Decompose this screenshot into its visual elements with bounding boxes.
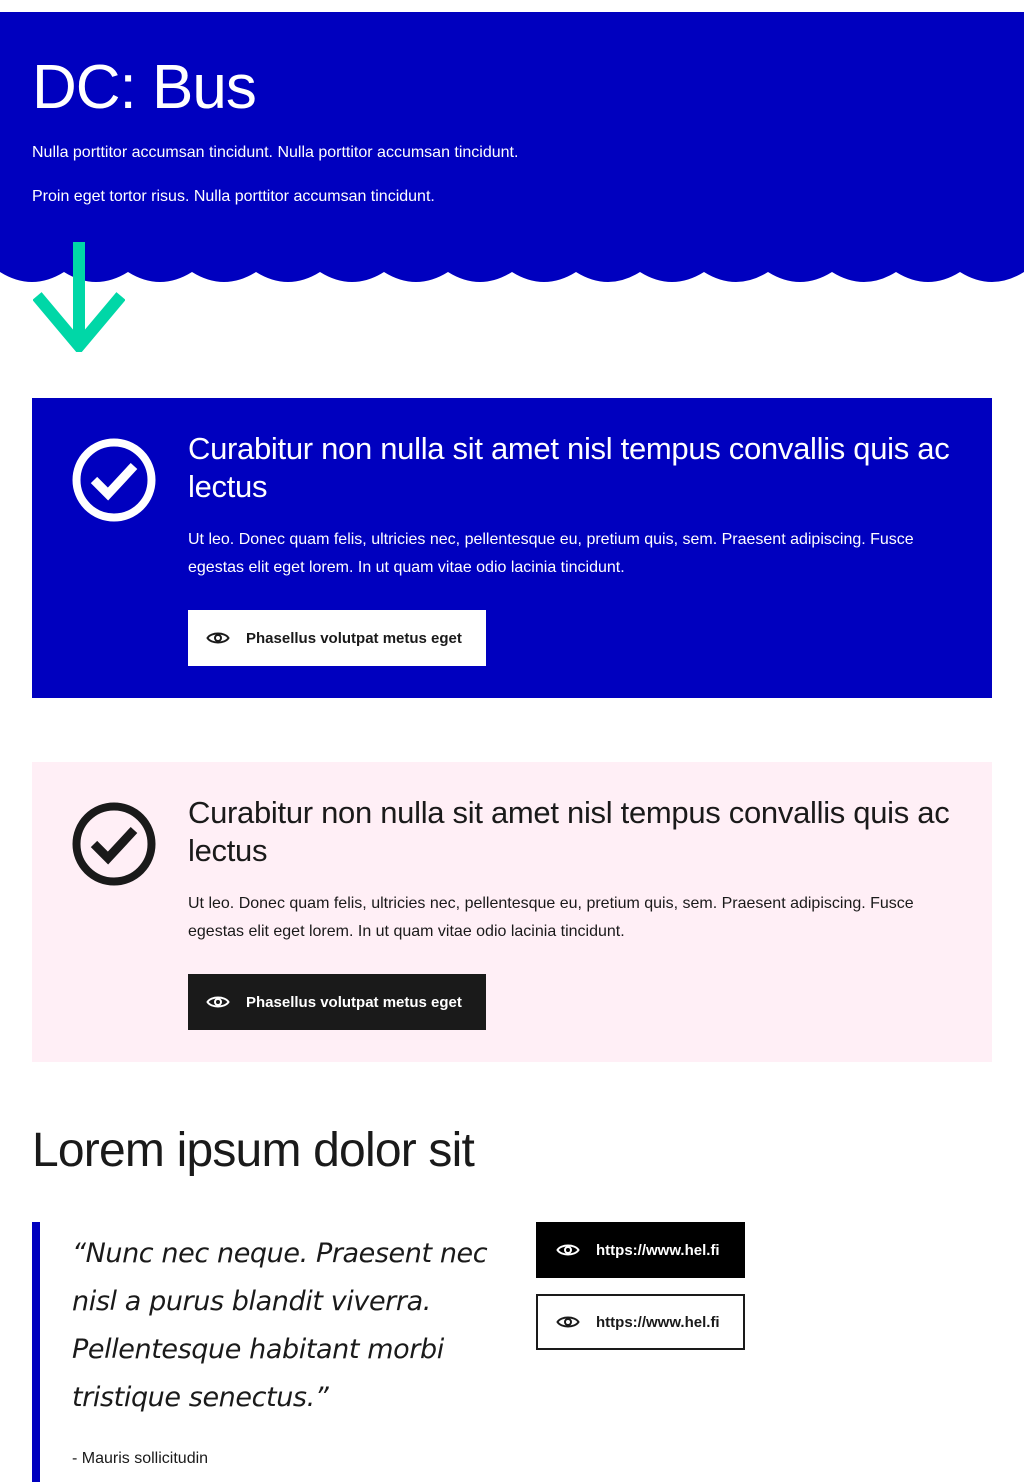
card-title: Curabitur non nulla sit amet nisl tempus… [188, 431, 950, 504]
card-text: Ut leo. Donec quam felis, ultricies nec,… [188, 531, 914, 576]
link-label: https://www.hel.fi [596, 1241, 720, 1259]
check-circle-icon [72, 438, 156, 522]
arrow-down-icon [33, 242, 125, 352]
eye-icon [556, 1316, 580, 1328]
eye-icon [206, 632, 230, 644]
hero-banner: DC: Bus Nulla porttitor accumsan tincidu… [0, 12, 1024, 272]
hero-wave-divider [0, 270, 1024, 282]
external-link-button-dark[interactable]: https://www.hel.fi [536, 1222, 745, 1278]
hero-paragraph: Proin eget tortor risus. Nulla porttitor… [32, 188, 435, 206]
card-text: Ut leo. Donec quam felis, ultricies nec,… [188, 895, 914, 940]
highlight-card-pink: Curabitur non nulla sit amet nisl tempus… [32, 762, 992, 1062]
highlight-card-blue: Curabitur non nulla sit amet nisl tempus… [32, 398, 992, 698]
card-title: Curabitur non nulla sit amet nisl tempus… [188, 795, 950, 868]
quote-block: “Nunc nec neque. Praesent nec nisl a pur… [32, 1222, 502, 1482]
external-link-button-light[interactable]: https://www.hel.fi [536, 1294, 745, 1350]
card-action-label: Phasellus volutpat metus eget [246, 629, 462, 647]
card-action-button[interactable]: Phasellus volutpat metus eget [188, 974, 486, 1030]
check-circle-icon [72, 802, 156, 886]
card-action-button[interactable]: Phasellus volutpat metus eget [188, 610, 486, 666]
quote-author: - Mauris sollicitudin [72, 1450, 209, 1467]
card-action-label: Phasellus volutpat metus eget [246, 993, 462, 1011]
section-title: Lorem ipsum dolor sit [32, 1124, 475, 1177]
eye-icon [556, 1244, 580, 1256]
link-label: https://www.hel.fi [596, 1313, 720, 1331]
page-title: DC: Bus [32, 53, 257, 122]
hero-paragraph: Nulla porttitor accumsan tincidunt. Null… [32, 144, 519, 162]
eye-icon [206, 996, 230, 1008]
quote-text: “Nunc nec neque. Praesent nec nisl a pur… [72, 1238, 488, 1413]
